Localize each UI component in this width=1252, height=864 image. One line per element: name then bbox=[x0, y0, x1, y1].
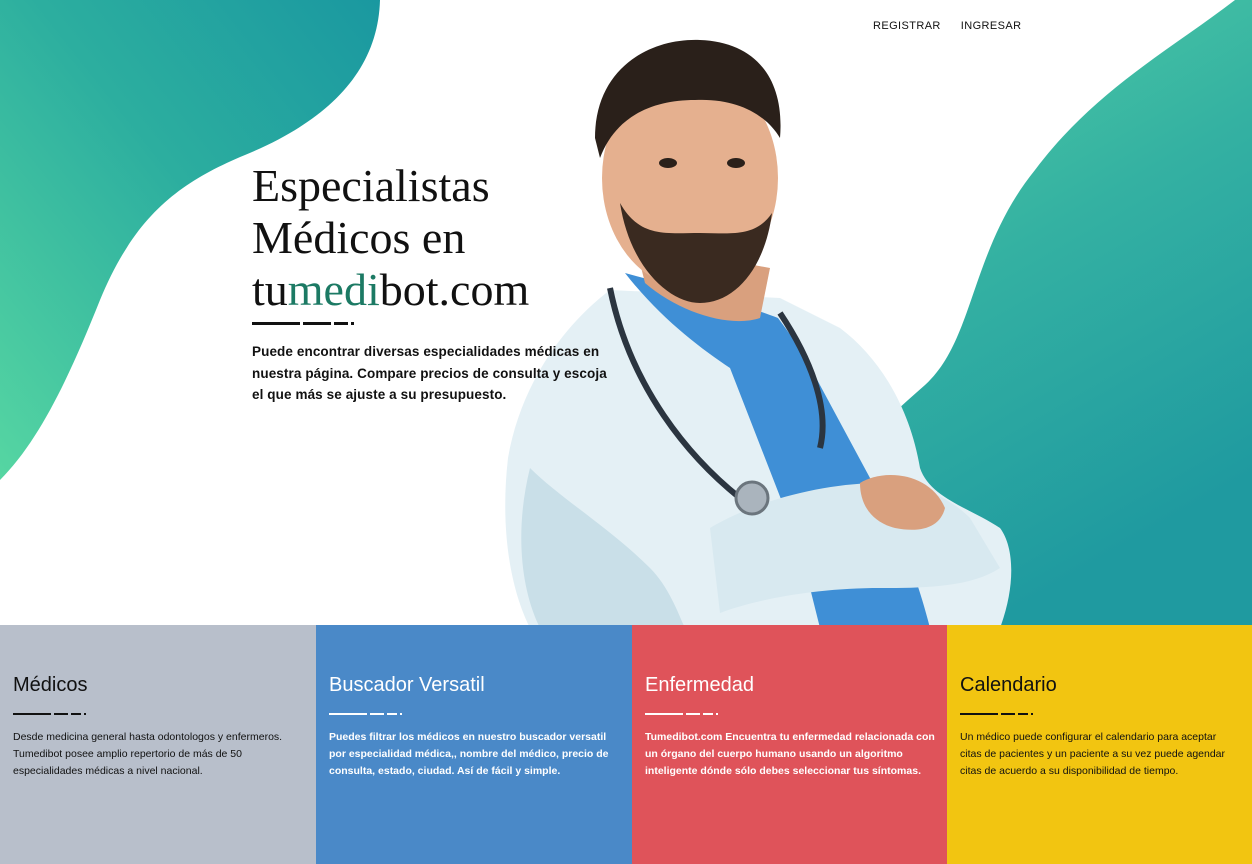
feature-card-buscador[interactable]: Buscador Versatil Puedes filtrar los méd… bbox=[316, 625, 632, 864]
feature-divider bbox=[960, 713, 1240, 715]
feature-title: Buscador Versatil bbox=[329, 674, 485, 696]
feature-card-medicos[interactable]: Médicos Desde medicina general hasta odo… bbox=[0, 625, 316, 864]
feature-text: Desde medicina general hasta odontologos… bbox=[13, 731, 283, 777]
brand-prefix: tu bbox=[252, 264, 288, 315]
top-nav: REGISTRAR INGRESAR bbox=[873, 20, 1021, 32]
feature-text: Un médico puede configurar el calendario… bbox=[960, 731, 1226, 777]
register-link[interactable]: REGISTRAR bbox=[873, 20, 941, 32]
feature-card-enfermedad[interactable]: Enfermedad Tumedibot.com Encuentra tu en… bbox=[632, 625, 947, 864]
features-section: Médicos Desde medicina general hasta odo… bbox=[0, 625, 1252, 864]
hero-description: Puede encontrar diversas especialidades … bbox=[252, 344, 607, 402]
feature-title: Enfermedad bbox=[645, 674, 754, 696]
stethoscope-chest-piece bbox=[734, 480, 770, 516]
login-link[interactable]: INGRESAR bbox=[961, 20, 1022, 32]
doctor-eye-left bbox=[659, 158, 677, 168]
feature-title: Calendario bbox=[960, 674, 1057, 696]
page-title: Especialistas Médicos en tumedibot.com bbox=[252, 160, 529, 316]
feature-title: Médicos bbox=[13, 674, 88, 696]
brand-name: tumedibot.com bbox=[252, 264, 529, 315]
feature-text: Tumedibot.com Encuentra tu enfermedad re… bbox=[645, 731, 935, 777]
feature-text: Puedes filtrar los médicos en nuestro bu… bbox=[329, 731, 609, 777]
hero-section: REGISTRAR INGRESAR Especialistas Médicos… bbox=[0, 0, 1252, 625]
headline-divider bbox=[252, 322, 354, 325]
brand-suffix: bot.com bbox=[379, 264, 530, 315]
doctor-photo bbox=[505, 39, 1012, 625]
feature-card-calendario[interactable]: Calendario Un médico puede configurar el… bbox=[947, 625, 1252, 864]
brand-accent: medi bbox=[287, 264, 380, 315]
headline-line-2: Médicos en bbox=[252, 212, 466, 263]
feature-divider bbox=[13, 713, 304, 715]
doctor-eye-right bbox=[727, 158, 745, 168]
headline-line-1: Especialistas bbox=[252, 160, 490, 211]
feature-divider bbox=[645, 713, 935, 715]
feature-divider bbox=[329, 713, 620, 715]
